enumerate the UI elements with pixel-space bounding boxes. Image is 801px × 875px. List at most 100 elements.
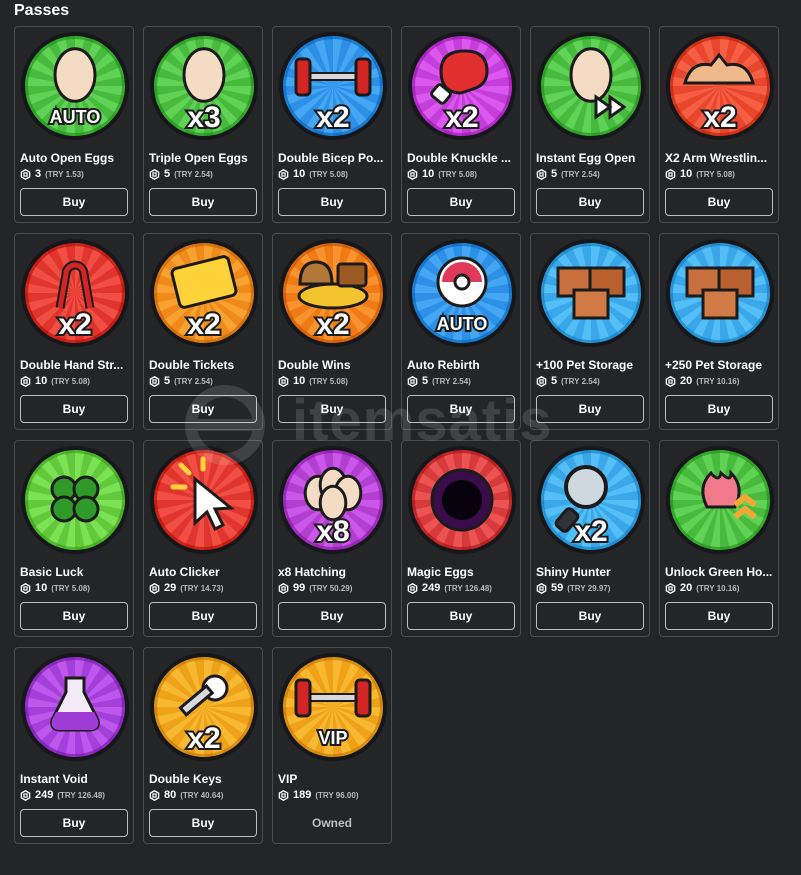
- egg-fast-forward-icon[interactable]: [536, 31, 646, 141]
- pass-name[interactable]: Double Keys: [149, 772, 261, 786]
- pass-name[interactable]: Double Wins: [278, 358, 390, 372]
- egg-x3-icon[interactable]: x3: [149, 31, 259, 141]
- buy-button[interactable]: Buy: [20, 395, 128, 423]
- pass-name[interactable]: Auto Open Eggs: [20, 151, 132, 165]
- pass-name[interactable]: Double Bicep Po...: [278, 151, 390, 165]
- boxes-icon[interactable]: [665, 238, 775, 348]
- treasure-x2-icon[interactable]: x2: [278, 238, 388, 348]
- price-robux: 59: [551, 582, 564, 594]
- buy-button[interactable]: Buy: [536, 395, 644, 423]
- pass-card[interactable]: AUTO Auto Rebirth 5 (TRY 2.54) Buy: [401, 233, 521, 430]
- buy-button[interactable]: Buy: [278, 602, 386, 630]
- pass-card[interactable]: +100 Pet Storage 5 (TRY 2.54) Buy: [530, 233, 650, 430]
- pass-name[interactable]: Basic Luck: [20, 565, 132, 579]
- price-try: (TRY 2.54): [174, 376, 213, 386]
- pass-card[interactable]: x2 Double Tickets 5 (TRY 2.54) Buy: [143, 233, 263, 430]
- pass-card[interactable]: x2 Double Keys 80 (TRY 40.64) Buy: [143, 647, 263, 844]
- buy-button[interactable]: Buy: [407, 188, 515, 216]
- buy-button[interactable]: Buy: [20, 809, 128, 837]
- robux-icon: [149, 168, 160, 180]
- pass-name[interactable]: Double Hand Str...: [20, 358, 132, 372]
- price-try: (TRY 5.08): [438, 169, 477, 179]
- dumbbell-vip-icon[interactable]: VIP: [278, 652, 388, 762]
- pass-card[interactable]: x8 x8 Hatching 99 (TRY 50.29) Buy: [272, 440, 392, 637]
- pass-name[interactable]: Triple Open Eggs: [149, 151, 261, 165]
- flower-upgrade-icon[interactable]: [665, 445, 775, 555]
- pass-name[interactable]: +100 Pet Storage: [536, 358, 648, 372]
- buy-button[interactable]: Buy: [536, 188, 644, 216]
- pass-card[interactable]: x3 Triple Open Eggs 5 (TRY 2.54) Buy: [143, 26, 263, 223]
- buy-button[interactable]: Buy: [407, 395, 515, 423]
- robux-icon: [20, 789, 31, 801]
- dumbbell-x2-icon[interactable]: x2: [278, 31, 388, 141]
- pass-card[interactable]: AUTO Auto Open Eggs 3 (TRY 1.53) Buy: [14, 26, 134, 223]
- price-try: (TRY 5.08): [51, 583, 90, 593]
- pass-name[interactable]: x8 Hatching: [278, 565, 390, 579]
- pass-name[interactable]: Instant Egg Open: [536, 151, 648, 165]
- pass-name[interactable]: Double Knuckle ...: [407, 151, 519, 165]
- pass-card[interactable]: +250 Pet Storage 20 (TRY 10.16) Buy: [659, 233, 779, 430]
- price-robux: 249: [35, 789, 54, 801]
- buy-button[interactable]: Buy: [149, 809, 257, 837]
- eggs-x8-icon[interactable]: x8: [278, 445, 388, 555]
- buy-button[interactable]: Buy: [665, 395, 773, 423]
- void-orb-icon[interactable]: [407, 445, 517, 555]
- pass-card[interactable]: Instant Egg Open 5 (TRY 2.54) Buy: [530, 26, 650, 223]
- rebirth-auto-icon[interactable]: AUTO: [407, 238, 517, 348]
- robux-icon: [20, 168, 31, 180]
- pass-card[interactable]: Auto Clicker 29 (TRY 14.73) Buy: [143, 440, 263, 637]
- pass-card[interactable]: Unlock Green Ho... 20 (TRY 10.16) Buy: [659, 440, 779, 637]
- buy-button[interactable]: Buy: [149, 395, 257, 423]
- buy-button[interactable]: Buy: [665, 188, 773, 216]
- pass-card[interactable]: Instant Void 249 (TRY 126.48) Buy: [14, 647, 134, 844]
- buy-button[interactable]: Buy: [536, 602, 644, 630]
- buy-button[interactable]: Buy: [20, 602, 128, 630]
- hand-gripper-x2-icon[interactable]: x2: [20, 238, 130, 348]
- buy-button[interactable]: Buy: [665, 602, 773, 630]
- pass-price: 10 (TRY 5.08): [407, 168, 519, 180]
- pass-name[interactable]: X2 Arm Wrestlin...: [665, 151, 777, 165]
- pass-card[interactable]: x2 Double Hand Str... 10 (TRY 5.08) Buy: [14, 233, 134, 430]
- pass-name[interactable]: Double Tickets: [149, 358, 261, 372]
- pass-name[interactable]: Auto Clicker: [149, 565, 261, 579]
- svg-text:AUTO: AUTO: [50, 107, 101, 127]
- pass-name[interactable]: Magic Eggs: [407, 565, 519, 579]
- pass-price: 20 (TRY 10.16): [665, 375, 777, 387]
- cursor-click-icon[interactable]: [149, 445, 259, 555]
- pass-card[interactable]: x2 Shiny Hunter 59 (TRY 29.97) Buy: [530, 440, 650, 637]
- svg-text:x2: x2: [574, 515, 607, 548]
- boxes-icon[interactable]: [536, 238, 646, 348]
- buy-button[interactable]: Buy: [407, 602, 515, 630]
- clover-icon[interactable]: [20, 445, 130, 555]
- pass-card[interactable]: Magic Eggs 249 (TRY 126.48) Buy: [401, 440, 521, 637]
- buy-button[interactable]: Buy: [149, 602, 257, 630]
- pass-card[interactable]: x2 X2 Arm Wrestlin... 10 (TRY 5.08) Buy: [659, 26, 779, 223]
- pass-name[interactable]: +250 Pet Storage: [665, 358, 777, 372]
- magnifier-x2-icon[interactable]: x2: [536, 445, 646, 555]
- pass-card[interactable]: x2 Double Bicep Po... 10 (TRY 5.08) Buy: [272, 26, 392, 223]
- buy-button[interactable]: Buy: [278, 188, 386, 216]
- pass-card[interactable]: Basic Luck 10 (TRY 5.08) Buy: [14, 440, 134, 637]
- price-try: (TRY 10.16): [696, 583, 740, 593]
- robux-icon: [536, 168, 547, 180]
- buy-button[interactable]: Buy: [20, 188, 128, 216]
- pass-card[interactable]: x2 Double Wins 10 (TRY 5.08) Buy: [272, 233, 392, 430]
- pass-card[interactable]: VIP VIP 189 (TRY 96.00) Owned: [272, 647, 392, 844]
- pass-name[interactable]: VIP: [278, 772, 390, 786]
- ticket-x2-icon[interactable]: x2: [149, 238, 259, 348]
- pass-card[interactable]: x2 Double Knuckle ... 10 (TRY 5.08) Buy: [401, 26, 521, 223]
- pass-name[interactable]: Auto Rebirth: [407, 358, 519, 372]
- robux-icon: [20, 375, 31, 387]
- key-x2-icon[interactable]: x2: [149, 652, 259, 762]
- price-robux: 29: [164, 582, 177, 594]
- pass-name[interactable]: Unlock Green Ho...: [665, 565, 777, 579]
- egg-auto-icon[interactable]: AUTO: [20, 31, 130, 141]
- pass-name[interactable]: Shiny Hunter: [536, 565, 648, 579]
- boxing-glove-x2-icon[interactable]: x2: [407, 31, 517, 141]
- arm-wrestle-x2-icon[interactable]: x2: [665, 31, 775, 141]
- pass-price: 10 (TRY 5.08): [20, 375, 132, 387]
- buy-button[interactable]: Buy: [278, 395, 386, 423]
- pass-name[interactable]: Instant Void: [20, 772, 132, 786]
- buy-button[interactable]: Buy: [149, 188, 257, 216]
- potion-icon[interactable]: [20, 652, 130, 762]
